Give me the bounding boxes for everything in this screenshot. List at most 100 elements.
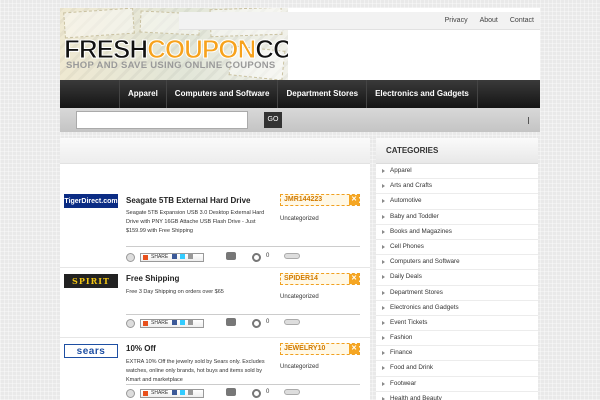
main-navigation: Apparel Computers and Software Departmen… [60, 80, 540, 108]
share-label: SHARE [151, 254, 169, 260]
email-icon[interactable] [188, 390, 194, 396]
deal-category[interactable]: Uncategorized [280, 216, 319, 222]
deal-item: TigerDirect.com Seagate 5TB External Har… [60, 164, 370, 268]
deals-content: TigerDirect.com Seagate 5TB External Har… [60, 138, 370, 400]
deal-title[interactable]: Free Shipping [126, 274, 179, 283]
deal-title[interactable]: 10% Off [126, 344, 156, 353]
flag-icon[interactable] [284, 253, 300, 259]
facebook-icon[interactable] [171, 254, 177, 260]
magnifier-icon[interactable] [252, 389, 261, 398]
share-plus-icon [143, 391, 148, 396]
deal-item: SPIRIT Free Shipping Free 3 Day Shipping… [60, 268, 370, 338]
search-input[interactable] [76, 111, 248, 129]
deal-category[interactable]: Uncategorized [280, 294, 319, 300]
thumbs-icon[interactable] [226, 252, 236, 260]
category-item-books-and-magazines[interactable]: Books and Magazines [376, 225, 538, 240]
category-item-finance[interactable]: Finance [376, 346, 538, 362]
twitter-icon[interactable] [180, 254, 186, 260]
share-button[interactable]: SHARE [140, 389, 204, 398]
store-logo-spirit[interactable]: SPIRIT [64, 274, 118, 288]
top-link-privacy[interactable]: Privacy [439, 12, 474, 29]
comment-count: 0 [266, 319, 270, 325]
facebook-icon[interactable] [171, 390, 177, 396]
thumbs-icon[interactable] [226, 318, 236, 326]
category-item-event-tickets[interactable]: Event Tickets [376, 316, 538, 332]
content-header-bar [60, 138, 370, 164]
top-links: Privacy About Contact [178, 12, 540, 30]
deal-description: Free 3 Day Shipping on orders over $65 [126, 289, 224, 295]
site-tagline: SHOP AND SAVE USING ONLINE COUPONS [66, 60, 276, 71]
smile-icon[interactable] [126, 319, 135, 328]
smile-icon[interactable] [126, 253, 135, 262]
deal-divider [126, 314, 360, 315]
twitter-icon[interactable] [180, 320, 186, 326]
deal-description: Seagate 5TB Expansion USB 3.0 Desktop Ex… [126, 210, 265, 234]
top-link-about[interactable]: About [474, 12, 504, 29]
deal-toolbar: SHARE 0 [126, 318, 366, 330]
comment-count: 0 [266, 389, 270, 395]
coupon-code[interactable]: JEWELRY10 ✕ [280, 343, 360, 355]
searchbar-divider [528, 117, 529, 124]
category-item-food-and-drink[interactable]: Food and Drink [376, 361, 538, 377]
facebook-icon[interactable] [171, 320, 177, 326]
deal-toolbar: SHARE 0 [126, 388, 366, 400]
category-item-automotive[interactable]: Automotive [376, 194, 538, 210]
nav-item-apparel[interactable]: Apparel [120, 80, 167, 108]
share-button[interactable]: SHARE [140, 319, 204, 328]
store-logo-tigerdirect[interactable]: TigerDirect.com [64, 194, 118, 208]
close-icon[interactable]: ✕ [349, 274, 359, 284]
category-item-department-stores[interactable]: Department Stores [376, 286, 538, 301]
category-item-footwear[interactable]: Footwear [376, 377, 538, 392]
category-item-apparel[interactable]: Apparel [376, 164, 538, 180]
email-icon[interactable] [188, 254, 194, 260]
category-item-cell-phones[interactable]: Cell Phones [376, 240, 538, 256]
category-item-baby-and-toddler[interactable]: Baby and Toddler [376, 210, 538, 225]
close-icon[interactable]: ✕ [349, 344, 359, 354]
deal-divider [126, 384, 360, 385]
store-logo-sears[interactable]: sears [64, 344, 118, 358]
search-bar: GO [60, 108, 540, 132]
deal-title[interactable]: Seagate 5TB External Hard Drive [126, 196, 251, 205]
categories-sidebar: CATEGORIES Apparel Arts and Crafts Autom… [376, 138, 538, 400]
nav-item-computers[interactable]: Computers and Software [167, 80, 279, 108]
smile-icon[interactable] [126, 389, 135, 398]
comment-count: 0 [266, 253, 270, 259]
flag-icon[interactable] [284, 319, 300, 325]
share-plus-icon [143, 255, 148, 260]
top-link-contact[interactable]: Contact [504, 12, 540, 29]
nav-item-electronics[interactable]: Electronics and Gadgets [367, 80, 478, 108]
page-wrapper: FRESHCOUPONCODE SHOP AND SAVE USING ONLI… [60, 0, 540, 400]
deal-item: sears 10% Off EXTRA 10% Off the jewelry … [60, 338, 370, 400]
coupon-code-text: JEWELRY10 [284, 345, 326, 352]
category-item-health-and-beauty[interactable]: Health and Beauty [376, 392, 538, 400]
category-item-fashion[interactable]: Fashion [376, 331, 538, 347]
deal-description: EXTRA 10% Off the jewelry sold by Sears … [126, 359, 265, 383]
coupon-code-text: JMR144223 [284, 196, 323, 203]
category-item-daily-deals[interactable]: Daily Deals [376, 270, 538, 286]
coupon-code[interactable]: SPIDER14 ✕ [280, 273, 360, 285]
coupon-code[interactable]: JMR144223 ✕ [280, 194, 360, 206]
site-header: FRESHCOUPONCODE SHOP AND SAVE USING ONLI… [60, 8, 540, 80]
email-icon[interactable] [188, 320, 194, 326]
share-plus-icon [143, 321, 148, 326]
share-button[interactable]: SHARE [140, 253, 204, 262]
thumbs-icon[interactable] [226, 388, 236, 396]
nav-spacer [60, 80, 120, 108]
share-label: SHARE [151, 320, 169, 326]
category-item-electronics-and-gadgets[interactable]: Electronics and Gadgets [376, 301, 538, 316]
category-item-computers-and-software[interactable]: Computers and Software [376, 255, 538, 271]
twitter-icon[interactable] [180, 390, 186, 396]
category-item-arts-and-crafts[interactable]: Arts and Crafts [376, 179, 538, 195]
deal-divider [126, 246, 360, 247]
deal-category[interactable]: Uncategorized [280, 364, 319, 370]
coupon-code-text: SPIDER14 [284, 275, 318, 282]
close-icon[interactable]: ✕ [349, 195, 359, 205]
search-go-button[interactable]: GO [264, 112, 282, 128]
site-logo[interactable]: FRESHCOUPONCODE [63, 36, 288, 63]
magnifier-icon[interactable] [252, 319, 261, 328]
category-list: Apparel Arts and Crafts Automotive Baby … [376, 164, 538, 400]
nav-item-department-stores[interactable]: Department Stores [278, 80, 368, 108]
deal-toolbar: SHARE 0 [126, 252, 366, 264]
magnifier-icon[interactable] [252, 253, 261, 262]
flag-icon[interactable] [284, 389, 300, 395]
